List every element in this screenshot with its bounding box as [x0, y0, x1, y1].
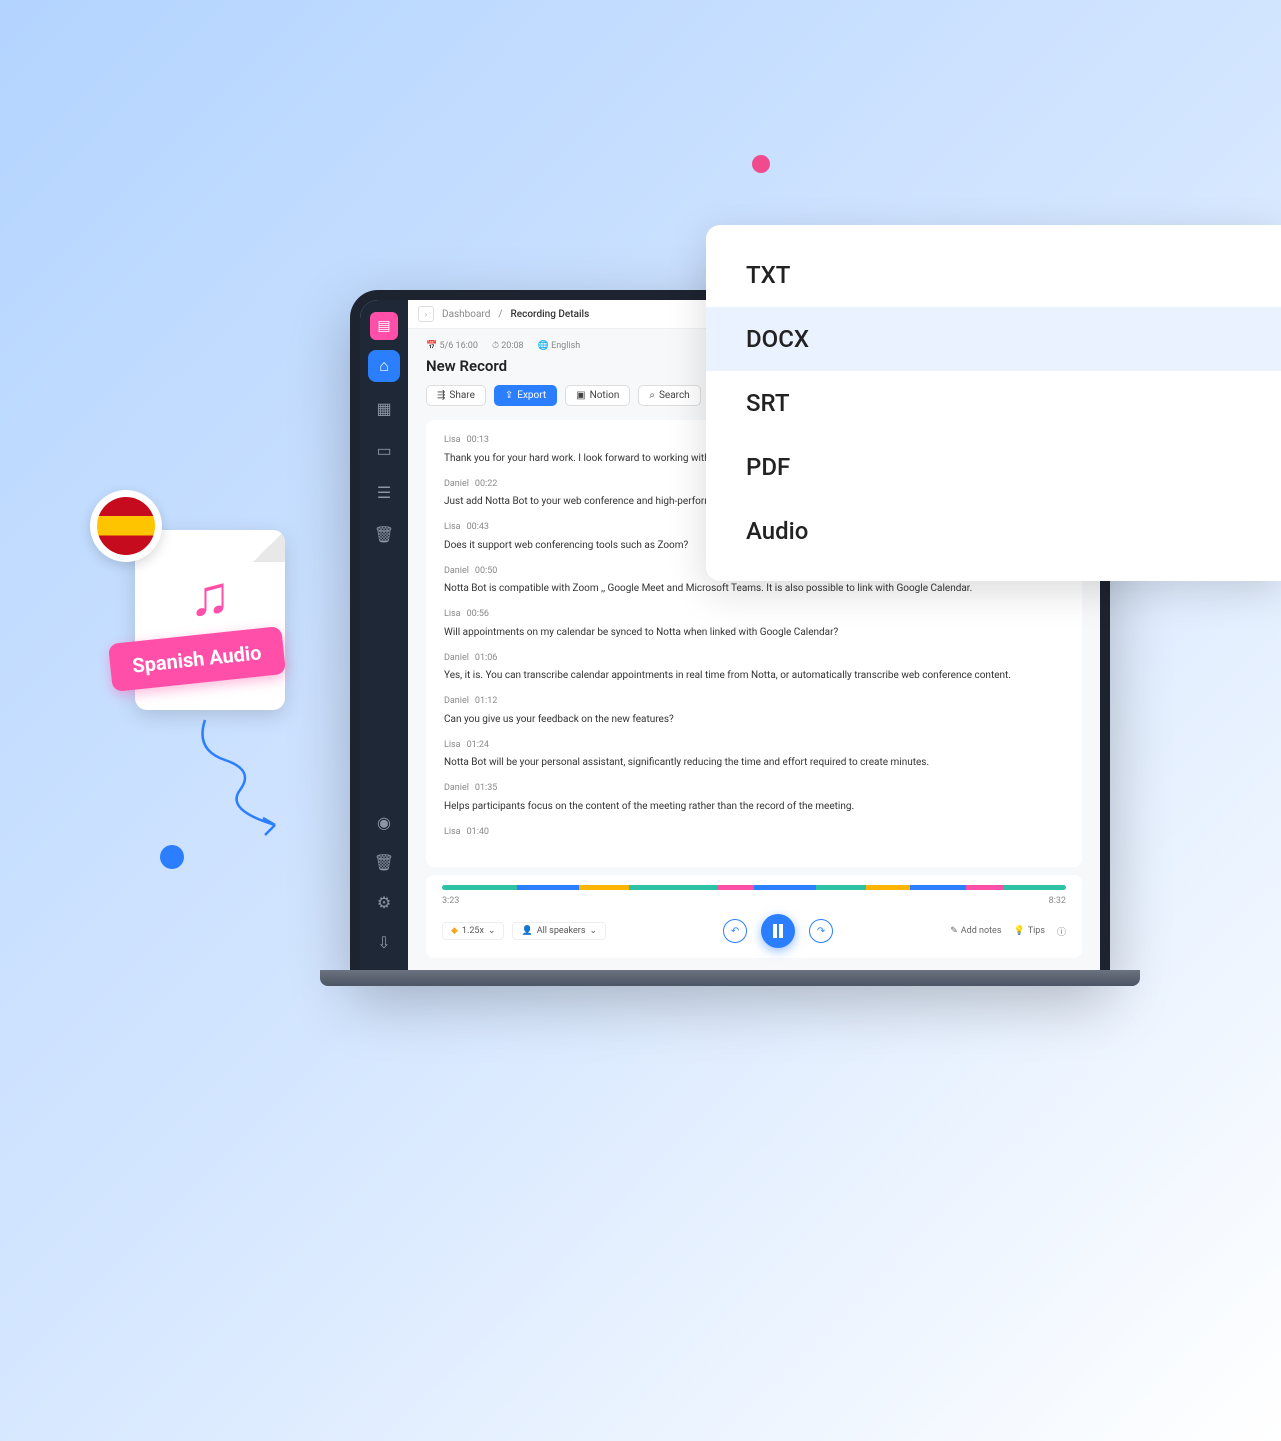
decorative-dot-blue: [160, 845, 184, 869]
transcript-row[interactable]: Daniel01:12 Can you give us your feedback…: [444, 695, 1064, 727]
export-option-txt[interactable]: TXT: [706, 243, 1281, 307]
add-notes-button[interactable]: ✎Add notes: [950, 926, 1001, 936]
person-icon: 👤: [521, 926, 532, 936]
transcript-row[interactable]: Lisa00:56 Will appointments on my calenda…: [444, 608, 1064, 640]
share-button[interactable]: ⇶Share: [426, 385, 486, 406]
export-icon: ⇪: [505, 390, 513, 401]
bulb-icon: 💡: [1013, 926, 1024, 936]
time-total: 8:32: [1049, 896, 1066, 906]
transcript-row[interactable]: Daniel01:35 Helps participants focus on t…: [444, 782, 1064, 814]
transcript-speaker: Lisa01:24: [444, 739, 1064, 753]
spain-flag-icon: [90, 490, 162, 562]
transcript-row[interactable]: Lisa01:40: [444, 826, 1064, 840]
music-note-icon: ♫: [189, 563, 231, 629]
timeline-segment: [910, 885, 966, 890]
pause-button[interactable]: [761, 914, 795, 948]
chevron-down-icon: ⌄: [590, 926, 598, 936]
transcript-text: Helps participants focus on the content …: [444, 799, 1064, 814]
transcript-speaker: Daniel01:12: [444, 695, 1064, 709]
sidebar: ▤ ⌂ ▦ ▭ ☰ 🗑 ◉ 🗑 ⚙ ⇩: [360, 300, 408, 970]
transcript-speaker: Lisa01:40: [444, 826, 1064, 840]
audio-player: 3:23 8:32 ◆1.25x⌄ 👤All speakers⌄ ↶ ↷: [426, 875, 1082, 958]
nav-calendar-icon[interactable]: ▦: [368, 392, 400, 424]
chevron-down-icon: ⌄: [488, 926, 496, 936]
search-icon: ⌕: [649, 390, 655, 401]
nav-settings-icon[interactable]: ⚙: [368, 886, 400, 918]
info-button[interactable]: ⓘ: [1057, 925, 1066, 938]
timeline-segment: [866, 885, 910, 890]
decorative-dot-pink: [752, 155, 770, 173]
timeline-segment: [629, 885, 716, 890]
meta-duration: ⏱ 20:08: [492, 341, 524, 351]
tips-button[interactable]: 💡Tips: [1013, 926, 1044, 936]
timeline-segment: [966, 885, 1003, 890]
breadcrumb-parent[interactable]: Dashboard: [442, 309, 490, 320]
gem-icon: ◆: [451, 926, 458, 936]
transcript-row[interactable]: Daniel01:06 Yes, it is. You can transcrib…: [444, 652, 1064, 684]
notion-icon: ▣: [576, 390, 585, 401]
nav-trash-icon[interactable]: 🗑: [368, 518, 400, 550]
export-format-menu: TXTDOCXSRTPDFAudio: [706, 225, 1281, 581]
export-option-audio[interactable]: Audio: [706, 499, 1281, 563]
transcript-text: Notta Bot will be your personal assistan…: [444, 755, 1064, 770]
time-elapsed: 3:23: [442, 896, 459, 906]
export-option-srt[interactable]: SRT: [706, 371, 1281, 435]
spanish-audio-card: ♫ Spanish Audio: [90, 490, 300, 730]
meta-language: 🌐 English: [538, 341, 581, 351]
nav-download-icon[interactable]: ⇩: [368, 926, 400, 958]
speakers-filter-button[interactable]: 👤All speakers⌄: [512, 922, 606, 940]
laptop-base: [320, 970, 1140, 986]
app-logo-icon: ▤: [370, 312, 398, 340]
share-icon: ⇶: [437, 390, 445, 401]
export-option-docx[interactable]: DOCX: [706, 307, 1281, 371]
note-icon: ✎: [950, 926, 958, 936]
transcript-text: Notta Bot is compatible with Zoom ,, Goo…: [444, 581, 1064, 596]
breadcrumb-back-icon[interactable]: ›: [418, 306, 434, 322]
nav-location-icon[interactable]: ◉: [368, 806, 400, 838]
timeline-segment: [1004, 885, 1066, 890]
transcript-speaker: Lisa00:56: [444, 608, 1064, 622]
arrow-from-audio-icon: [185, 710, 345, 840]
skip-back-button[interactable]: ↶: [723, 919, 747, 943]
timeline-segment: [816, 885, 866, 890]
transcript-text: Can you give us your feedback on the new…: [444, 712, 1064, 727]
nav-home-icon[interactable]: ⌂: [368, 350, 400, 382]
timeline-segment: [517, 885, 579, 890]
search-button[interactable]: ⌕Search: [638, 385, 700, 406]
export-option-pdf[interactable]: PDF: [706, 435, 1281, 499]
timeline-segment: [754, 885, 816, 890]
timeline-segment: [717, 885, 754, 890]
transcript-speaker: Daniel01:35: [444, 782, 1064, 796]
transcript-speaker: Daniel01:06: [444, 652, 1064, 666]
notion-button[interactable]: ▣Notion: [565, 385, 630, 406]
timeline-segment: [442, 885, 517, 890]
transcript-text: Will appointments on my calendar be sync…: [444, 625, 1064, 640]
export-button[interactable]: ⇪Export: [494, 385, 557, 406]
nav-delete-icon[interactable]: 🗑: [368, 846, 400, 878]
timeline-segment: [579, 885, 629, 890]
breadcrumb-current: Recording Details: [511, 309, 590, 320]
transcript-text: Yes, it is. You can transcribe calendar …: [444, 668, 1064, 683]
nav-folder-icon[interactable]: ▭: [368, 434, 400, 466]
info-icon: ⓘ: [1057, 925, 1066, 938]
nav-document-icon[interactable]: ☰: [368, 476, 400, 508]
meta-date: 📅 5/6 16:00: [426, 341, 478, 351]
playback-speed-button[interactable]: ◆1.25x⌄: [442, 922, 504, 940]
skip-forward-button[interactable]: ↷: [809, 919, 833, 943]
transcript-row[interactable]: Lisa01:24 Notta Bot will be your personal…: [444, 739, 1064, 771]
timeline-segments[interactable]: [442, 885, 1066, 890]
